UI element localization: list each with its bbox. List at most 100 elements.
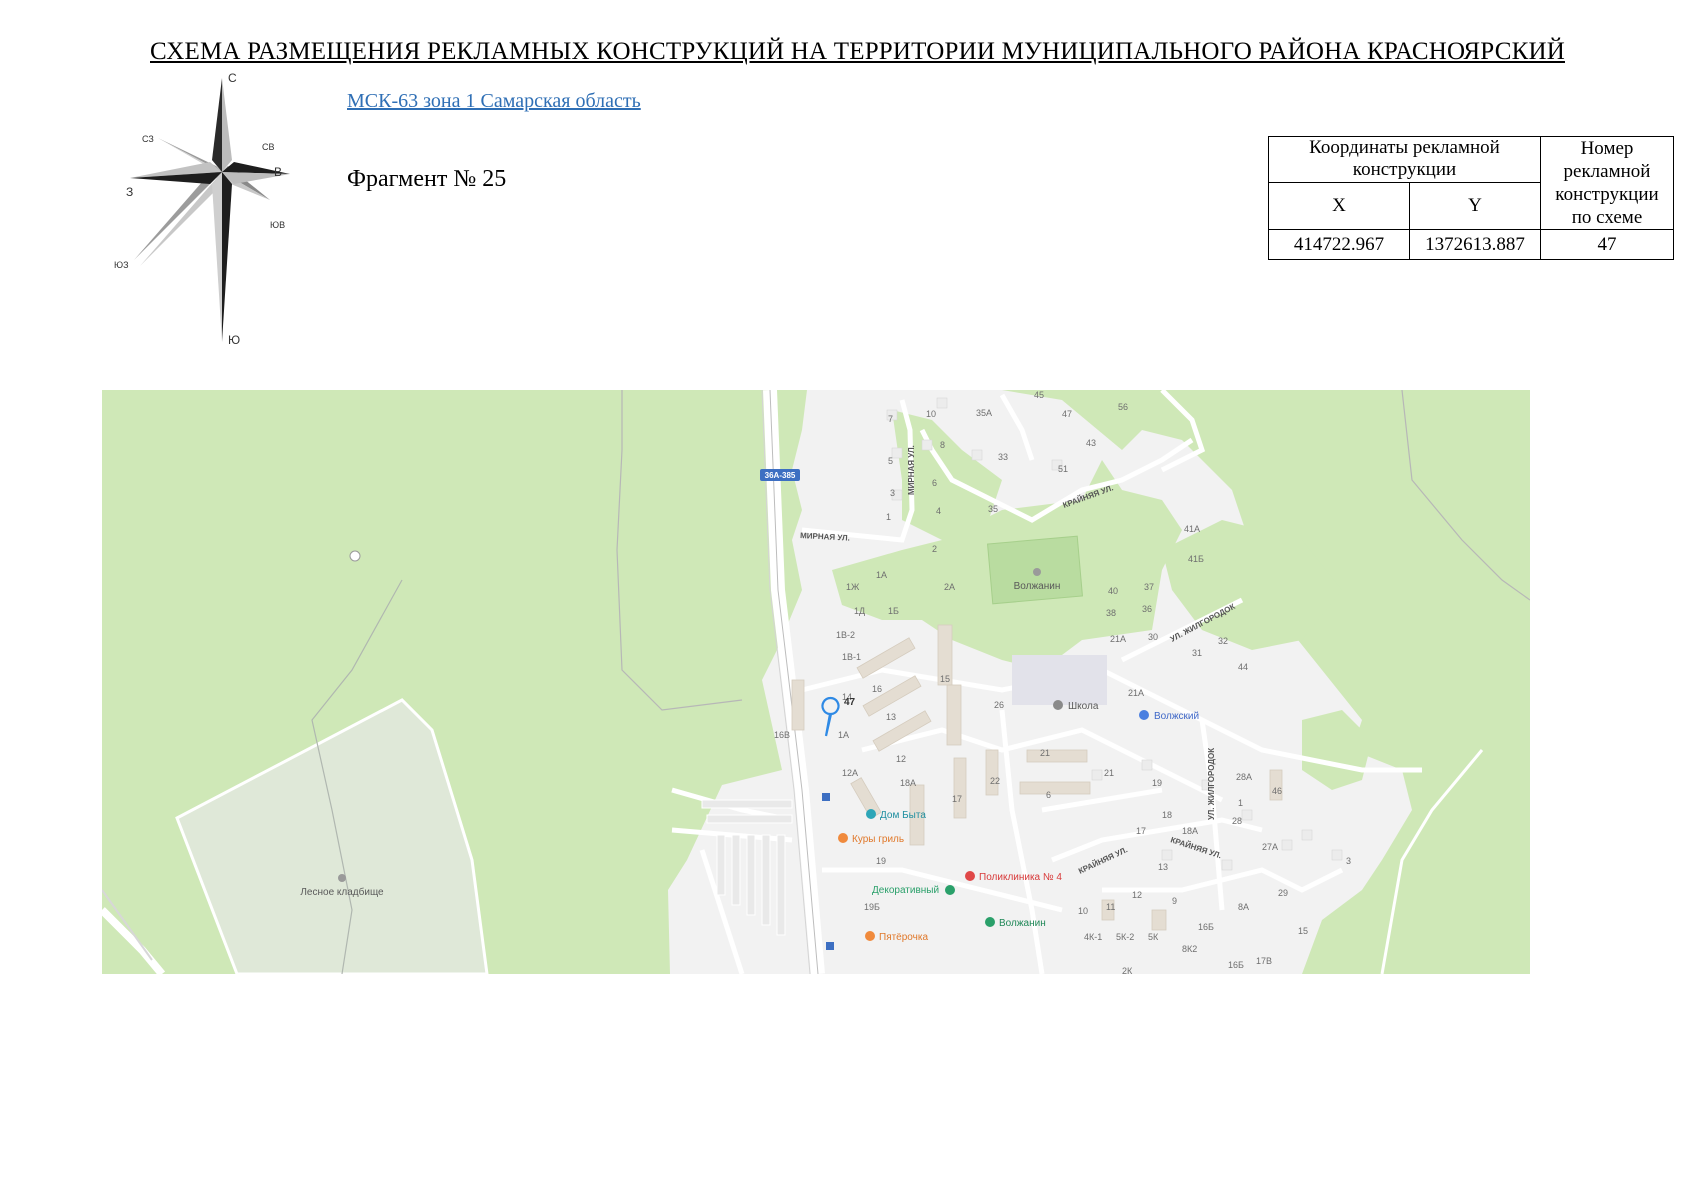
svg-text:Куры гриль: Куры гриль: [852, 834, 904, 845]
svg-text:31: 31: [1192, 648, 1202, 658]
svg-text:11: 11: [1106, 902, 1115, 912]
svg-text:22: 22: [990, 776, 1000, 786]
svg-text:12: 12: [896, 754, 906, 764]
svg-text:19: 19: [1152, 778, 1162, 788]
svg-text:43: 43: [1086, 438, 1096, 448]
svg-text:44: 44: [1238, 662, 1248, 672]
col-y-header: Y: [1409, 181, 1541, 231]
svg-text:16Б: 16Б: [1228, 960, 1244, 970]
svg-text:28А: 28А: [1236, 772, 1252, 782]
svg-text:10: 10: [1078, 906, 1088, 916]
ad-marker-label: 47: [844, 697, 856, 708]
svg-text:1: 1: [1238, 798, 1243, 808]
svg-text:8К2: 8К2: [1182, 944, 1197, 954]
svg-text:4: 4: [936, 506, 941, 516]
svg-text:5К-2: 5К-2: [1116, 932, 1134, 942]
compass-se-label: ЮВ: [270, 220, 285, 230]
svg-text:Пятёрочка: Пятёрочка: [879, 932, 928, 943]
road-shield-label: 36А-385: [765, 471, 796, 480]
compass-south-label: Ю: [228, 333, 240, 347]
svg-text:18: 18: [1162, 810, 1172, 820]
svg-text:1Д: 1Д: [854, 606, 865, 616]
cell-number: 47: [1540, 229, 1674, 260]
svg-text:18А: 18А: [1182, 826, 1198, 836]
svg-text:38: 38: [1106, 608, 1116, 618]
svg-text:12: 12: [1132, 890, 1142, 900]
svg-text:4К-1: 4К-1: [1084, 932, 1102, 942]
svg-text:17В: 17В: [1256, 956, 1272, 966]
svg-text:Поликлиника № 4: Поликлиника № 4: [979, 872, 1062, 883]
svg-text:1А: 1А: [876, 570, 887, 580]
svg-text:27А: 27А: [1262, 842, 1278, 852]
cell-x: 414722.967: [1268, 229, 1410, 260]
page-title: СХЕМА РАЗМЕЩЕНИЯ РЕКЛАМНЫХ КОНСТРУКЦИЙ Н…: [150, 38, 1565, 65]
svg-text:12А: 12А: [842, 768, 858, 778]
svg-text:Лесное кладбище: Лесное кладбище: [300, 886, 384, 898]
svg-text:6: 6: [1046, 790, 1051, 800]
svg-text:3: 3: [890, 488, 895, 498]
svg-text:28: 28: [1232, 816, 1242, 826]
number-header: Номер рекламной конструкции по схеме: [1540, 136, 1674, 230]
svg-text:26: 26: [994, 700, 1004, 710]
svg-text:9: 9: [1172, 896, 1177, 906]
svg-text:41Б: 41Б: [1188, 554, 1204, 564]
svg-text:1Б: 1Б: [888, 606, 899, 616]
svg-text:8А: 8А: [1238, 902, 1249, 912]
street-label: МИРНАЯ УЛ.: [907, 445, 916, 495]
poi-poliklinika[interactable]: Поликлиника № 4: [965, 871, 1062, 883]
compass-rose-icon: С Ю В З СВ СЗ ЮВ ЮЗ: [114, 71, 290, 347]
svg-text:15: 15: [1298, 926, 1308, 936]
cell-y: 1372613.887: [1409, 229, 1541, 260]
svg-text:17: 17: [952, 794, 962, 804]
svg-text:16Б: 16Б: [1198, 922, 1214, 932]
compass-west-label: З: [126, 185, 133, 199]
svg-text:Волжский: Волжский: [1154, 711, 1199, 722]
svg-text:51: 51: [1058, 464, 1068, 474]
fragment-number: Фрагмент № 25: [347, 166, 507, 192]
svg-text:5: 5: [888, 456, 893, 466]
svg-text:33: 33: [998, 452, 1008, 462]
svg-text:1Ж: 1Ж: [846, 582, 860, 592]
svg-text:13: 13: [886, 712, 896, 722]
svg-text:46: 46: [1272, 786, 1282, 796]
map-canvas[interactable]: 36А-385 МИРНАЯ УЛ. МИРНАЯ УЛ. КРАЙНЯЯ УЛ…: [102, 390, 1530, 974]
svg-text:18А: 18А: [900, 778, 916, 788]
svg-text:2А: 2А: [944, 582, 955, 592]
compass-east-label: В: [274, 165, 282, 179]
svg-text:3: 3: [1346, 856, 1351, 866]
svg-text:16: 16: [872, 684, 882, 694]
svg-text:36: 36: [1142, 604, 1152, 614]
svg-text:32: 32: [1218, 636, 1228, 646]
svg-text:19Б: 19Б: [864, 902, 880, 912]
svg-text:21А: 21А: [1110, 634, 1126, 644]
svg-text:7: 7: [888, 414, 893, 424]
cemetery-icon: [349, 550, 361, 562]
col-x-header: X: [1268, 181, 1410, 231]
svg-text:21: 21: [1104, 768, 1114, 778]
street-label: УЛ. ЖИЛГОРОДОК: [1207, 748, 1216, 820]
svg-text:16В: 16В: [774, 730, 790, 740]
map-fragment[interactable]: 36А-385 МИРНАЯ УЛ. МИРНАЯ УЛ. КРАЙНЯЯ УЛ…: [102, 390, 1530, 974]
coordinate-system-link[interactable]: МСК-63 зона 1 Самарская область: [347, 90, 641, 113]
svg-text:40: 40: [1108, 586, 1118, 596]
svg-text:6: 6: [932, 478, 937, 488]
svg-text:21: 21: [1040, 748, 1050, 758]
svg-text:Волжанин: Волжанин: [999, 918, 1046, 929]
bus-stop-icon[interactable]: [822, 793, 830, 801]
svg-text:Школа: Школа: [1068, 701, 1099, 712]
bus-stop-icon[interactable]: [826, 942, 834, 950]
compass-north-label: С: [228, 71, 237, 85]
svg-text:10: 10: [926, 409, 936, 419]
svg-text:5К: 5К: [1148, 932, 1159, 942]
svg-text:15: 15: [940, 674, 950, 684]
svg-text:13: 13: [1158, 862, 1168, 872]
svg-text:45: 45: [1034, 390, 1044, 400]
svg-text:19: 19: [876, 856, 886, 866]
svg-text:47: 47: [1062, 409, 1072, 419]
svg-text:1: 1: [886, 512, 891, 522]
svg-text:30: 30: [1148, 632, 1158, 642]
compass-sw-label: ЮЗ: [114, 260, 129, 270]
svg-text:37: 37: [1144, 582, 1154, 592]
coords-header: Координаты рекламной конструкции: [1268, 136, 1541, 183]
svg-text:Декоративный: Декоративный: [872, 885, 939, 896]
